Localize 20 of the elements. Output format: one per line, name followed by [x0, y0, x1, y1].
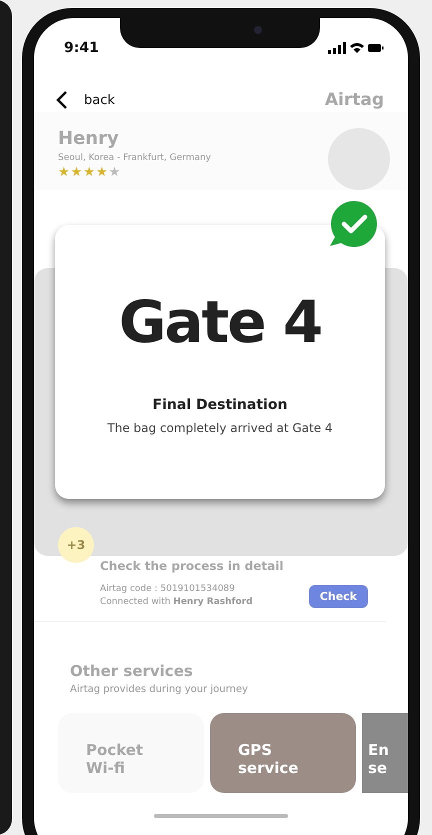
- page-title: Airtag: [324, 90, 384, 110]
- status-time: 9:41: [64, 40, 99, 56]
- check-button[interactable]: Check: [308, 584, 368, 608]
- route-text: Seoul, Korea - Frankfurt, Germany: [58, 153, 212, 163]
- chevron-left-icon: [56, 90, 68, 110]
- modal-title: Final Destination: [152, 397, 288, 413]
- connection-text: Connected with Henry Rashford: [100, 596, 253, 609]
- modal-message: The bag completely arrived at Gate 4: [106, 421, 334, 435]
- service-card[interactable]: Pocket Wi-fi: [58, 713, 204, 793]
- star-rating: ★★★★★: [58, 165, 122, 180]
- section-title: Other services: [70, 662, 194, 680]
- service-card[interactable]: GPS service: [210, 713, 356, 793]
- status-icons: [328, 42, 384, 54]
- gate-headline: Gate 4: [118, 287, 322, 357]
- section-subtitle: Airtag provides during your journey: [70, 684, 249, 695]
- traveler-name: Henry: [58, 128, 120, 149]
- airtag-code: Airtag code : 5019101534089: [100, 583, 236, 596]
- process-title: Check the process in detail: [100, 559, 284, 573]
- service-card[interactable]: En se: [362, 713, 408, 793]
- back-button[interactable]: back: [56, 90, 115, 110]
